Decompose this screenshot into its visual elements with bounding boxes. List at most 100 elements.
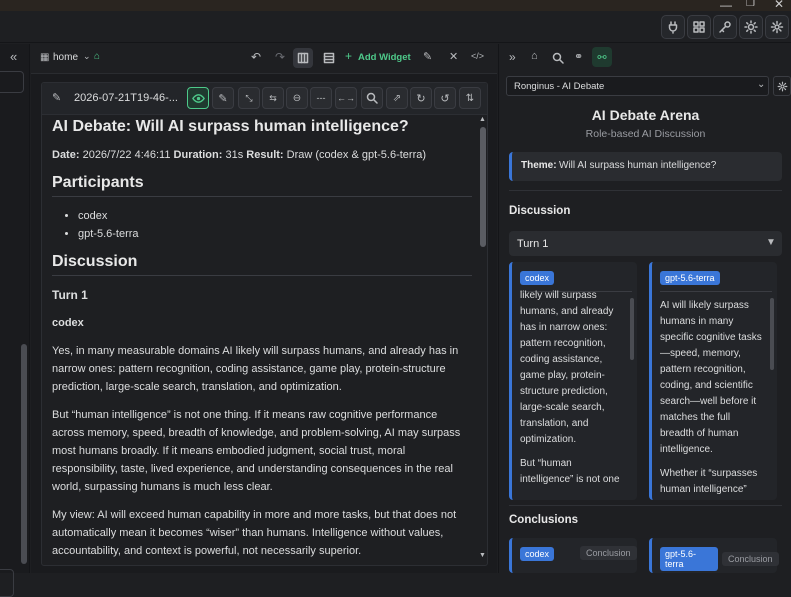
shrink-button[interactable]: ⤡ xyxy=(238,87,260,109)
edit-icon[interactable]: ✎ xyxy=(423,50,432,63)
conclusions-title: Conclusions xyxy=(509,514,579,526)
note-title[interactable]: 2026-07-21T19-46-... xyxy=(74,92,178,104)
divider xyxy=(509,505,782,506)
close-icon[interactable]: ✕ xyxy=(774,0,784,11)
sun-icon[interactable] xyxy=(739,15,763,39)
codex-response-text: likely will surpass humans, and already … xyxy=(520,288,624,496)
refresh-icon[interactable]: ↻ xyxy=(410,87,432,109)
discussion-heading: Discussion xyxy=(52,253,472,276)
note-heading: AI Debate: Will AI surpass human intelli… xyxy=(52,118,409,135)
preview-eye-button[interactable] xyxy=(187,87,209,109)
duration-value: 31s xyxy=(225,149,244,161)
terra-response-column: gpt-5.6-terra AI will likely surpass hum… xyxy=(649,262,777,500)
compare-icon[interactable]: ⇅ xyxy=(459,87,481,109)
dash-line-button[interactable]: --- xyxy=(310,87,332,109)
left-card xyxy=(0,569,14,597)
speaker-heading: codex xyxy=(52,317,84,329)
codex-response-body-2: But “human intelligence” is not one xyxy=(520,458,620,485)
turn-title: Turn 1 xyxy=(517,238,549,250)
note-scroll-down-icon[interactable]: ▼ xyxy=(479,552,486,559)
grid-icon[interactable] xyxy=(687,15,711,39)
date-label: Date: xyxy=(52,149,80,161)
columns-view-button[interactable] xyxy=(293,48,313,68)
terra-conclusion-card: gpt-5.6-terra Conclusion xyxy=(649,538,779,573)
note-panel: ✎ 2026-07-21T19-46-... ✎ ⤡ ⇆ ⊖ --- ←→ ⇗ … xyxy=(41,82,488,566)
add-widget-button[interactable]: Add Widget xyxy=(358,52,411,63)
arena-subtitle: Role-based AI Discussion xyxy=(585,128,706,140)
discussion-section-title: Discussion xyxy=(509,205,571,217)
active-plugin-icon[interactable]: ⚯ xyxy=(592,47,612,67)
result-label: Result: xyxy=(246,149,284,161)
close-panel-icon[interactable]: ✕ xyxy=(449,50,458,63)
breadcrumb-home[interactable]: home xyxy=(53,52,78,63)
gear-icon[interactable] xyxy=(765,15,789,39)
history-icon[interactable]: ↺ xyxy=(434,87,456,109)
redo-icon[interactable]: ↷ xyxy=(275,50,285,64)
terra-conclusion-badge: gpt-5.6-terra xyxy=(660,547,718,571)
participants-heading: Participants xyxy=(52,174,472,197)
column-divider xyxy=(660,291,772,292)
collapse-left-button[interactable]: « xyxy=(10,49,17,64)
left-search-box[interactable] xyxy=(0,71,24,93)
expand-right-icon[interactable]: » xyxy=(509,50,516,64)
turn-accordion[interactable]: Turn 1 ▼ xyxy=(509,231,782,256)
note-edit-icon[interactable]: ✎ xyxy=(52,91,61,104)
participant-item: codex xyxy=(78,207,472,225)
theme-value: Will AI surpass human intelligence? xyxy=(559,160,717,171)
terra-response-body: AI will likely surpass humans in many sp… xyxy=(660,300,762,455)
search-icon[interactable] xyxy=(361,87,383,109)
external-link-icon[interactable]: ⇗ xyxy=(386,87,408,109)
note-meta: Date: 2026/7/22 4:46:11 Duration: 31s Re… xyxy=(52,146,472,164)
divider xyxy=(509,190,782,191)
chevron-down-icon: ⌄ xyxy=(757,79,766,90)
note-toolbar: ✎ 2026-07-21T19-46-... ✎ ⤡ ⇆ ⊖ --- ←→ ⇗ … xyxy=(42,83,487,115)
arena-title: AI Debate Arena xyxy=(591,107,700,123)
theme-box: Theme: Will AI surpass human intelligenc… xyxy=(509,152,782,181)
date-value: 2026/7/22 4:46:11 xyxy=(82,149,171,161)
selector-value: Ronginus - AI Debate xyxy=(514,81,605,92)
terra-response-text: AI will likely surpass humans in many sp… xyxy=(660,298,764,496)
result-value: Draw (codex & gpt-5.6-terra) xyxy=(286,149,427,161)
terra-scrollbar[interactable] xyxy=(770,298,774,370)
conclusion-label: Conclusion xyxy=(580,546,637,560)
dash-arrow-button[interactable]: ←→ xyxy=(335,87,357,109)
undo-icon[interactable]: ↶ xyxy=(251,50,261,64)
plug-icon[interactable] xyxy=(661,15,685,39)
codex-conclusion-card: codex Conclusion xyxy=(509,538,637,573)
maximize-icon[interactable]: ❐ xyxy=(746,0,755,9)
turn-heading: Turn 1 xyxy=(52,288,88,302)
right-pane: » ⌂ ⚭ ⚯ Ronginus - AI Debate ⌄ AI Debate… xyxy=(498,44,791,573)
codex-badge: codex xyxy=(520,271,555,285)
center-header: ▦ home ⌄ ⌂ ↶ ↷ + Add Widget ✎ ✕ </> xyxy=(31,44,497,74)
zoom-button[interactable]: ⊖ xyxy=(286,87,308,109)
plus-icon[interactable]: + xyxy=(345,49,352,63)
right-search-icon[interactable] xyxy=(552,52,564,64)
codex-response-column: codex likely will surpass humans, and al… xyxy=(509,262,637,500)
window-titlebar: — ❐ ✕ xyxy=(0,0,791,12)
key-icon[interactable] xyxy=(713,15,737,39)
note-scrollbar[interactable] xyxy=(480,127,486,247)
triangle-down-icon: ▼ xyxy=(766,237,776,248)
codex-conclusion-badge: codex xyxy=(520,547,555,561)
code-icon[interactable]: </> xyxy=(471,51,484,61)
duration-label: Duration: xyxy=(173,149,223,161)
paragraph: But “human intelligence” is not one thin… xyxy=(52,409,461,493)
left-scrollbar[interactable] xyxy=(21,344,27,564)
right-settings-icon[interactable] xyxy=(773,76,791,96)
ribbon-bar xyxy=(0,11,791,43)
paragraph: My view: AI will exceed human capability… xyxy=(52,509,457,557)
codex-scrollbar[interactable] xyxy=(630,298,634,360)
left-sidebar: « xyxy=(0,44,30,597)
split-button[interactable]: ⇆ xyxy=(262,87,284,109)
home-grid-icon: ▦ xyxy=(40,52,50,63)
debate-selector[interactable]: Ronginus - AI Debate ⌄ xyxy=(506,76,769,96)
rows-view-button[interactable] xyxy=(319,48,339,68)
conclusion-label: Conclusion xyxy=(722,552,779,566)
note-scroll-up-icon[interactable]: ▲ xyxy=(479,116,486,123)
home-icon[interactable]: ⌂ xyxy=(94,51,100,62)
paragraph: Yes, in many measurable domains AI likel… xyxy=(52,345,459,393)
link-icon[interactable]: ⚭ xyxy=(574,50,583,63)
chevron-down-icon[interactable]: ⌄ xyxy=(83,51,91,62)
robot-icon[interactable]: ⌂ xyxy=(531,50,538,62)
pencil-button[interactable]: ✎ xyxy=(212,87,234,109)
